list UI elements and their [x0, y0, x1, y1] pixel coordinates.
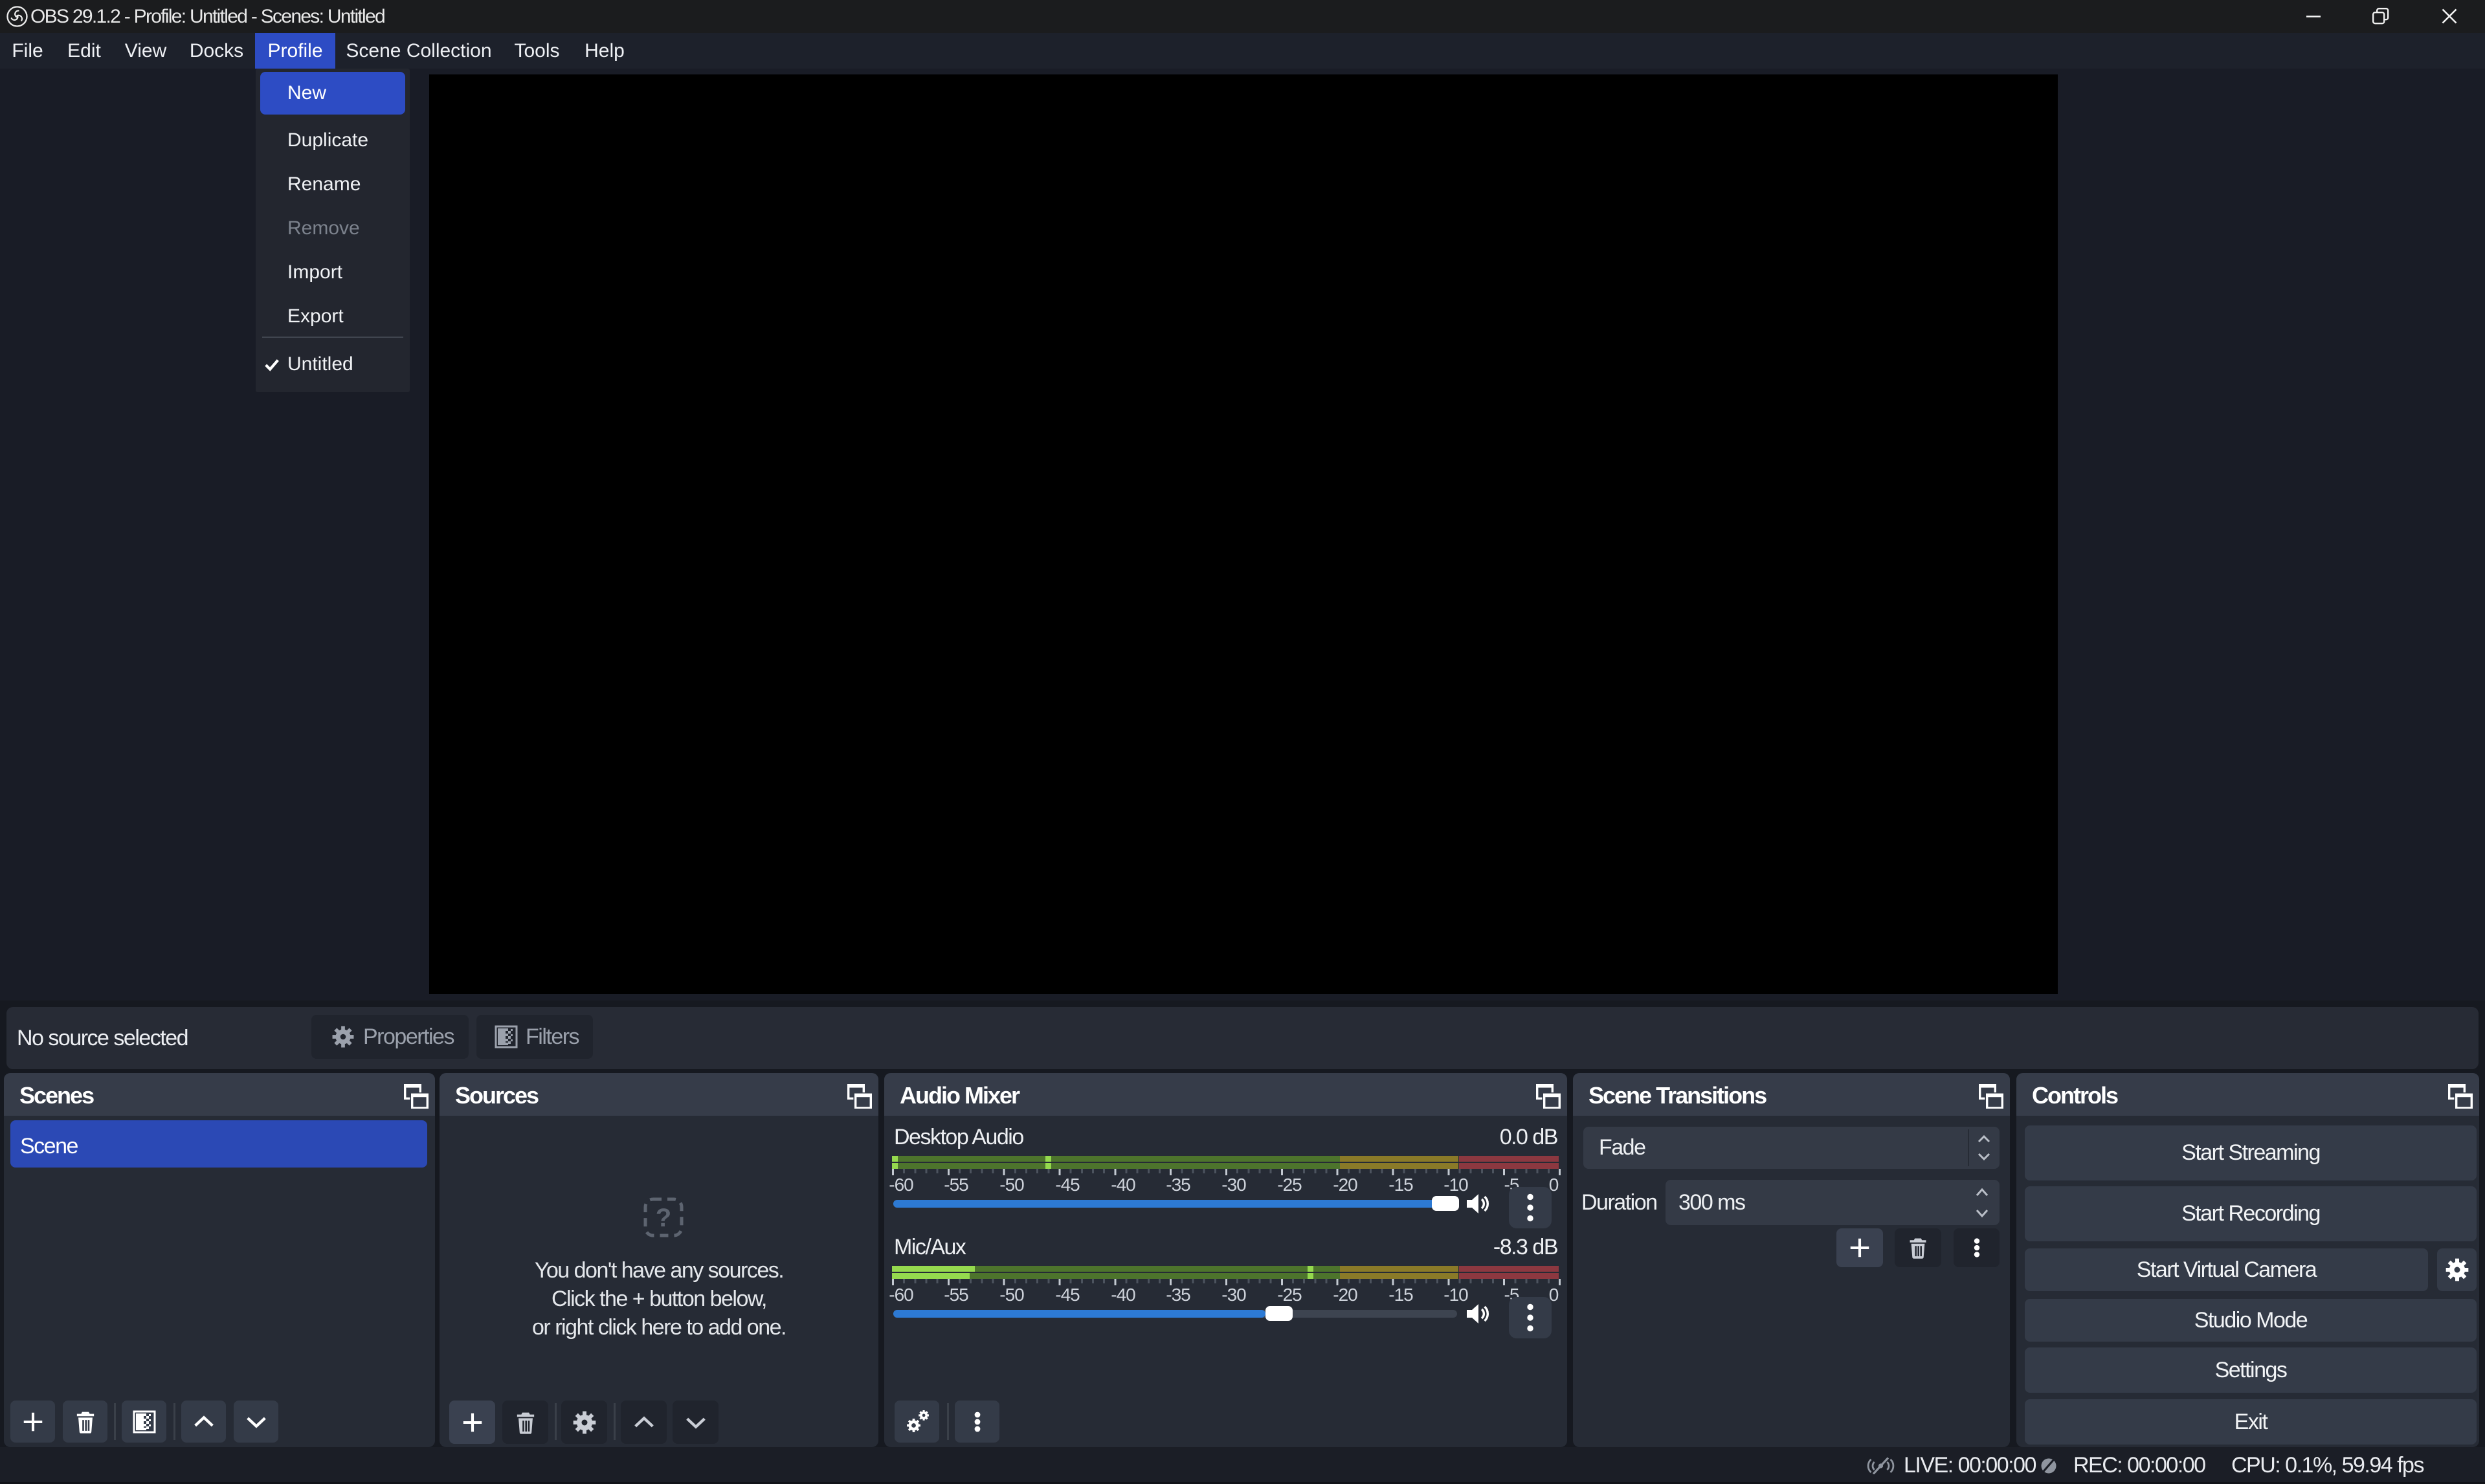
svg-text:?: ?: [656, 1204, 671, 1232]
